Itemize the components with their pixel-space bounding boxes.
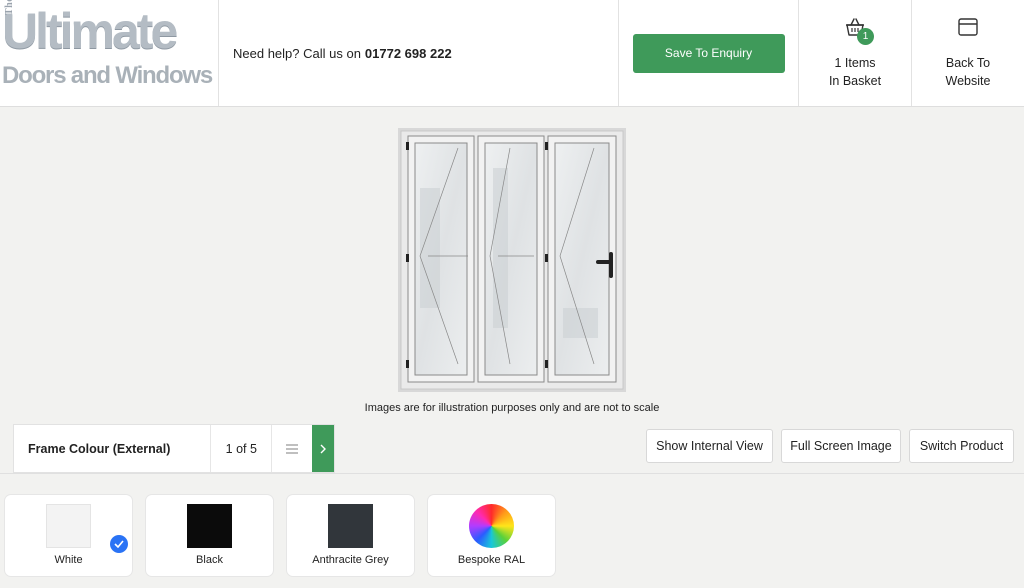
back-label-line2: Website [945,74,991,88]
next-option-button[interactable] [312,425,334,472]
option-count: 1 of 5 [211,425,273,472]
basket-in-label: In Basket [828,74,882,88]
show-internal-view-button[interactable]: Show Internal View [646,429,773,463]
switch-product-button[interactable]: Switch Product [909,429,1014,463]
full-screen-image-button[interactable]: Full Screen Image [781,429,901,463]
option-title: Frame Colour (External) [14,425,212,472]
swatch-anthracite-grey[interactable]: Anthracite Grey [287,495,414,576]
logo-ultimate: Ultimate [2,3,178,59]
basket-icon: 1 [843,16,874,45]
header: Ultimate The Doors and Windows Need help… [0,0,1024,107]
logo[interactable]: Ultimate The Doors and Windows [0,0,219,106]
basket-count-badge: 1 [857,28,874,45]
option-selector: Frame Colour (External) 1 of 5 [13,424,335,473]
back-to-website-button[interactable]: Back To Website [912,0,1024,106]
color-wheel-icon [469,504,514,548]
swatch-label: Black [196,554,223,566]
selected-check-icon [110,535,128,553]
basket-items-label: 1 Items [834,56,876,70]
swatch-white[interactable]: White [5,495,132,576]
swatch-color-black [187,504,232,548]
swatch-bespoke-ral[interactable]: Bespoke RAL [428,495,555,576]
logo-subtitle: Doors and Windows [2,62,213,89]
basket-button[interactable]: 1 1 Items In Basket [799,0,912,106]
divider [0,473,1024,474]
back-label-line1: Back To [945,56,991,70]
swatch-label: Anthracite Grey [312,554,389,566]
save-cell: Save To Enquiry [619,0,799,106]
save-to-enquiry-button[interactable]: Save To Enquiry [632,33,785,73]
browser-window-icon [956,16,980,40]
chevron-right-icon [320,444,327,453]
swatch-label: White [54,554,83,566]
list-icon[interactable] [272,425,312,472]
help-prefix: Need help? Call us on [233,45,361,61]
swatch-label: Bespoke RAL [457,554,526,566]
product-image [398,128,626,392]
help-phone[interactable]: 01772 698 222 [365,46,452,61]
swatch-color-white [46,504,91,548]
swatch-color-anthracite [328,504,373,548]
swatch-black[interactable]: Black [146,495,273,576]
illustration-caption: Images are for illustration purposes onl… [364,402,660,414]
help-text: Need help? Call us on 01772 698 222 [219,0,619,106]
logo-the: The [4,0,15,15]
